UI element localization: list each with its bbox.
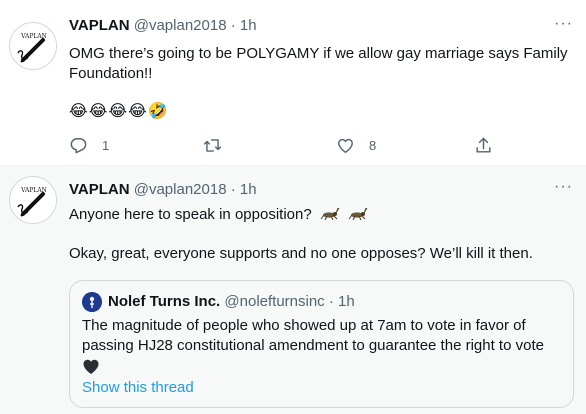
vaplan-avatar[interactable]: VAPLAN <box>9 22 57 70</box>
author-name[interactable]: VAPLAN <box>69 17 130 34</box>
tweet-actions: 1 8 <box>69 133 491 157</box>
tweet[interactable]: VAPLAN VAPLAN @vaplan2018 · 1h ··· Anyon… <box>0 166 586 414</box>
nolef-avatar[interactable] <box>82 292 102 312</box>
cricket-icon <box>320 207 340 221</box>
quoted-tweet-text-block: The magnitude of people who showed up at… <box>82 316 562 381</box>
tweet-text: Okay, great, everyone supports and no on… <box>69 245 533 262</box>
tweet-text-line: Anyone here to speak in opposition? <box>69 205 569 225</box>
author-name[interactable]: VAPLAN <box>69 181 130 198</box>
tweet-header: VAPLAN @vaplan2018 · 1h <box>69 16 257 36</box>
author-handle[interactable]: @vaplan2018 <box>134 17 227 34</box>
quoted-tweet-text: The magnitude of people who showed up at… <box>82 317 544 354</box>
more-icon[interactable]: ··· <box>554 179 572 200</box>
tweet-emojis: 😂😂😂😂🤣 <box>69 103 169 120</box>
share-button[interactable] <box>474 133 493 157</box>
black-heart-icon <box>83 359 99 374</box>
separator-dot: · <box>328 293 334 310</box>
quoted-tweet-time[interactable]: 1h <box>338 293 355 310</box>
more-icon[interactable]: ··· <box>554 16 572 37</box>
vaplan-avatar[interactable]: VAPLAN <box>9 176 57 224</box>
separator-dot: · <box>230 17 236 34</box>
share-icon <box>476 137 491 153</box>
like-icon <box>338 138 353 153</box>
quoted-author-handle[interactable]: @nolefturnsinc <box>224 293 324 310</box>
cricket-icon <box>348 207 368 221</box>
quoted-tweet-header: Nolef Turns Inc. @nolefturnsinc · 1h <box>108 292 355 312</box>
tweet-time[interactable]: 1h <box>240 17 257 34</box>
retweet-button[interactable] <box>203 133 236 157</box>
reply-button[interactable]: 1 <box>69 133 109 157</box>
reply-icon <box>70 137 87 153</box>
tweet-text: Anyone here to speak in opposition? <box>69 206 312 223</box>
reply-count: 1 <box>102 137 110 153</box>
separator-dot: · <box>230 181 236 198</box>
like-button[interactable]: 8 <box>336 133 376 157</box>
tweet-text: OMG there’s going to be POLYGAMY if we a… <box>69 45 568 82</box>
retweet-icon <box>203 138 222 152</box>
tweet-time[interactable]: 1h <box>240 181 257 198</box>
show-thread-link[interactable]: Show this thread <box>82 378 194 398</box>
like-count: 8 <box>369 137 377 153</box>
tweet[interactable]: VAPLAN VAPLAN @vaplan2018 · 1h ··· OMG t… <box>0 0 586 166</box>
tweet-header: VAPLAN @vaplan2018 · 1h <box>69 180 257 200</box>
quoted-author-name[interactable]: Nolef Turns Inc. <box>108 293 220 310</box>
quoted-tweet[interactable]: Nolef Turns Inc. @nolefturnsinc · 1h The… <box>69 280 574 408</box>
author-handle[interactable]: @vaplan2018 <box>134 181 227 198</box>
